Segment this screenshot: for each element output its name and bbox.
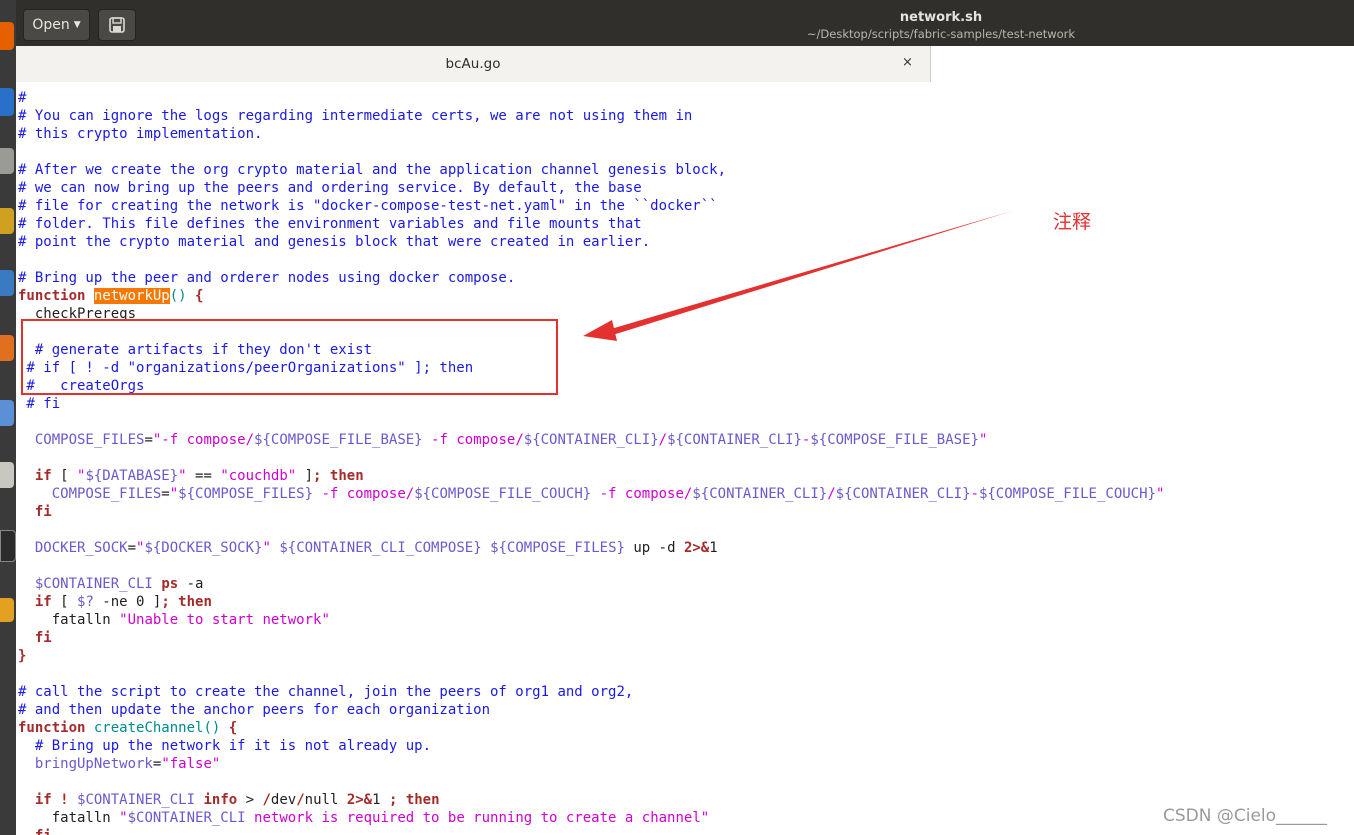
files-icon[interactable] xyxy=(0,148,14,174)
settings-icon[interactable] xyxy=(0,462,14,488)
annotation-arrow xyxy=(583,211,1012,341)
help-icon[interactable] xyxy=(0,400,14,426)
launcher-dock xyxy=(0,0,16,835)
rhythmbox-icon[interactable] xyxy=(0,208,14,234)
watermark: CSDN @Cielo______ xyxy=(1163,806,1328,826)
software-icon[interactable] xyxy=(0,335,14,361)
annotation-label: 注释 xyxy=(1053,211,1092,233)
thunderbird-icon[interactable] xyxy=(0,88,14,116)
firefox-icon[interactable] xyxy=(0,22,14,50)
arrow-head xyxy=(583,320,617,341)
office-icon[interactable] xyxy=(0,270,14,296)
terminal-icon[interactable] xyxy=(0,530,16,562)
arrow-shaft xyxy=(604,211,1012,337)
amazon-icon[interactable] xyxy=(0,598,14,622)
